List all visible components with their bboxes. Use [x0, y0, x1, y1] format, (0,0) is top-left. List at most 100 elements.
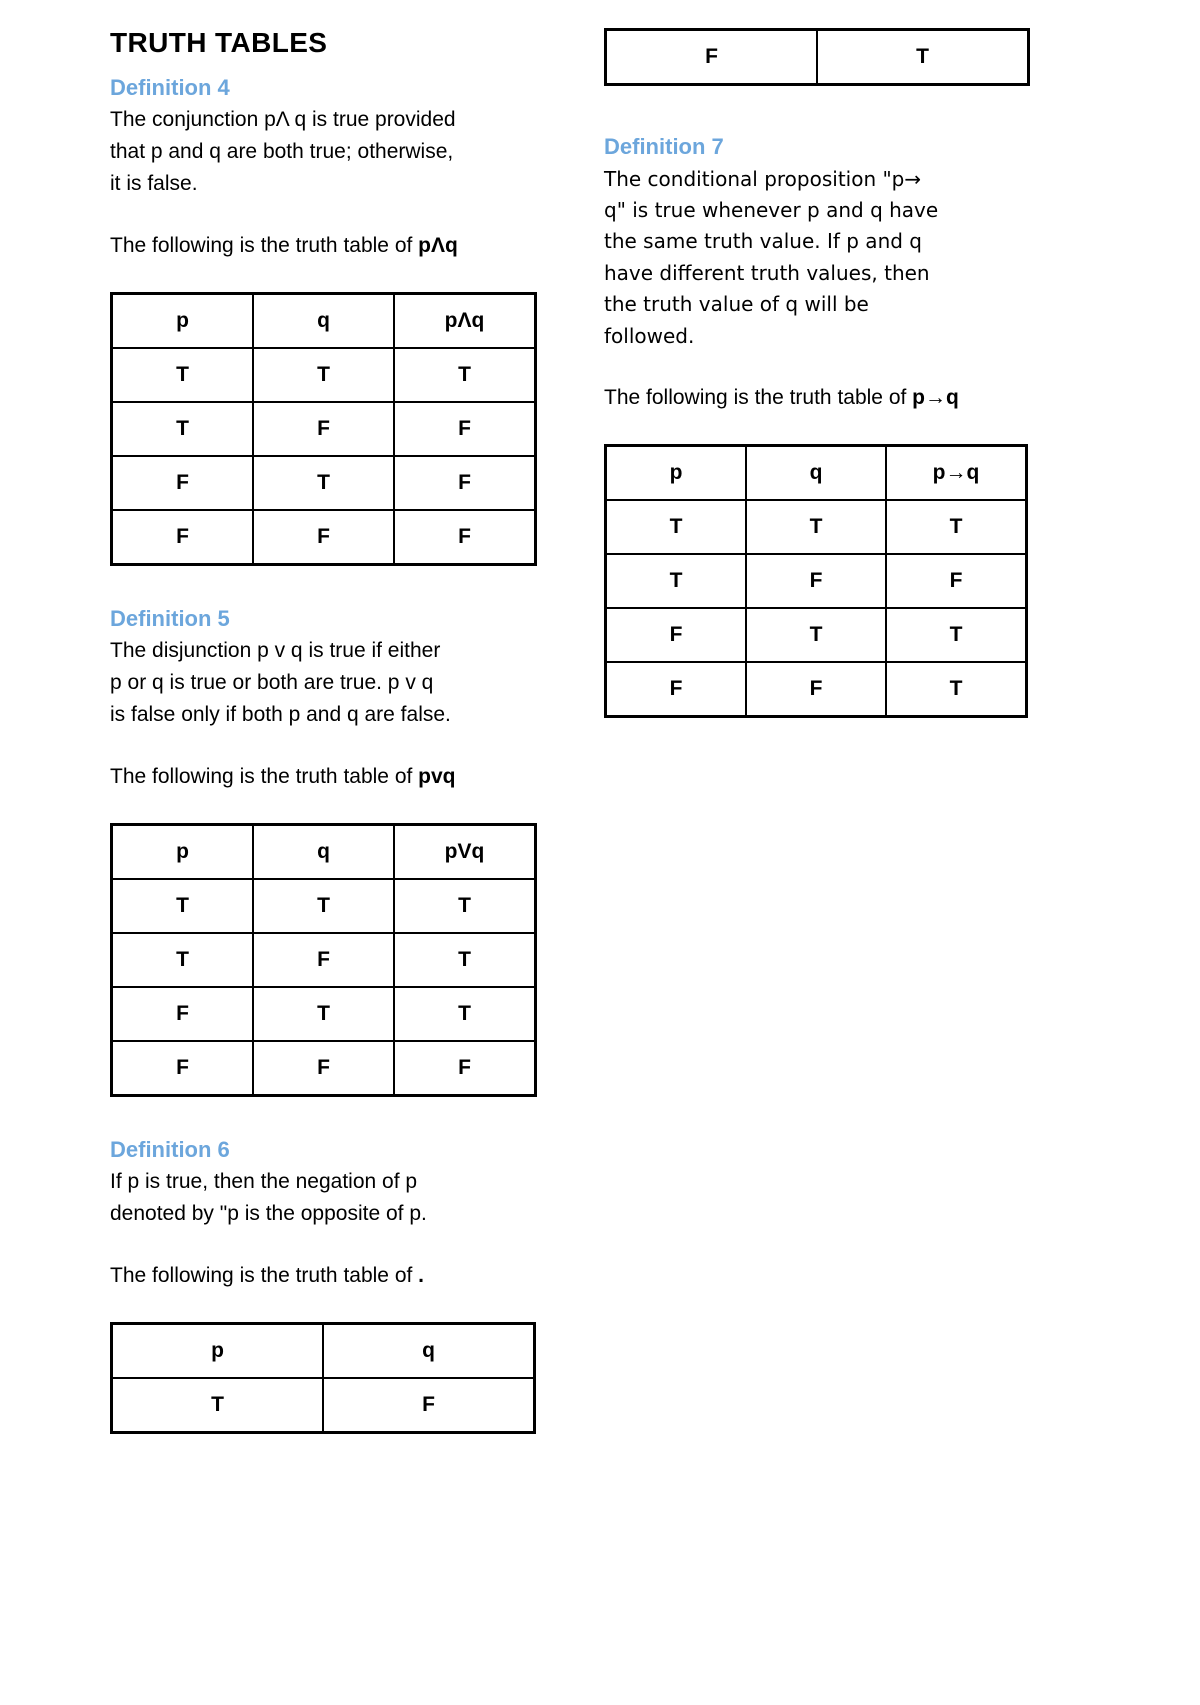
table-row: F F T [604, 660, 1028, 718]
table-cell: F [604, 660, 747, 718]
conditional-lead-prefix: The following is the truth table of [604, 386, 913, 410]
definition-7-heading: Definition 7 [604, 134, 724, 159]
conjunction-truth-table: p q pΛq T T T T F F F T F F F F [110, 291, 537, 566]
definition-4-heading: Definition 4 [110, 74, 230, 100]
table-cell: T [252, 877, 395, 934]
table-cell: F [745, 660, 887, 718]
definition-6-line-2: denoted by "p is the opposite of p. [110, 1202, 427, 1226]
table-cell: T [393, 985, 537, 1042]
table-cell: T [110, 877, 254, 934]
definition-7-line-4: have different truth values, then [604, 260, 930, 285]
table-cell: T [604, 498, 747, 555]
definition-7-block: Definition 7 The conditional proposition… [604, 132, 1024, 352]
conditional-truth-table: p q p→q T T T T F F F T T F F T [604, 443, 1028, 718]
definition-4-line-1: The conjunction pΛ q is true provided [110, 108, 456, 132]
table-cell: F [110, 985, 254, 1042]
table-cell: F [745, 552, 887, 609]
table-header-cell: p→q [885, 444, 1028, 501]
table-cell: T [110, 400, 254, 457]
table-cell: T [252, 346, 395, 403]
negation-truth-table-continued: F T [604, 28, 1030, 86]
left-column: TRUTH TABLES Definition 4 The conjunctio… [110, 27, 537, 1434]
disjunction-lead-symbol: pvq [418, 765, 456, 789]
table-cell: F [252, 400, 395, 457]
table-header-cell: q [252, 823, 395, 880]
table-cell: F [885, 552, 1028, 609]
table-cell: T [252, 454, 395, 511]
definition-6-line-1: If p is true, then the negation of p [110, 1170, 418, 1194]
definition-4-line-2: that p and q are both true; otherwise, [110, 140, 454, 164]
table-row: F T F [110, 454, 537, 511]
definition-5-line-1: The disjunction p v q is true if either [110, 639, 441, 663]
disjunction-lead-prefix: The following is the truth table of [110, 765, 419, 789]
definition-4-line-3: it is false. [110, 172, 198, 196]
definition-6-heading: Definition 6 [110, 1136, 230, 1162]
conditional-table-lead: The following is the truth table of p→q [604, 382, 1024, 414]
table-header-row: p q p→q [604, 444, 1028, 501]
negation-truth-table: p q T F [110, 1321, 536, 1434]
disjunction-table-lead: The following is the truth table of pvq [110, 761, 530, 793]
table-cell: T [885, 498, 1028, 555]
table-cell: T [110, 1376, 324, 1434]
table-header-cell: p [110, 292, 254, 349]
definition-6-block: Definition 6 If p is true, then the nega… [110, 1135, 530, 1231]
table-cell: T [393, 931, 537, 988]
table-cell: F [252, 931, 395, 988]
table-row: F T T [110, 985, 537, 1042]
table-cell: T [604, 552, 747, 609]
table-row: F F F [110, 508, 537, 566]
table-cell: F [110, 454, 254, 511]
negation-table-lead: The following is the truth table of . [110, 1260, 530, 1292]
definition-7-line-5: the truth value of q will be [604, 292, 869, 317]
table-cell: F [252, 1039, 395, 1097]
conjunction-table-lead: The following is the truth table of pΛq [110, 230, 530, 262]
disjunction-table-wrapper: p q pVq T T T T F T F T T F F F [110, 822, 537, 1097]
table-header-cell: p [110, 823, 254, 880]
negation-lead-prefix: The following is the truth table of [110, 1264, 419, 1288]
table-cell: T [252, 985, 395, 1042]
negation-table-continued-wrapper: F T [604, 28, 1030, 86]
table-cell: T [393, 877, 537, 934]
table-row: T F T [110, 931, 537, 988]
table-row: T T T [110, 346, 537, 403]
table-header-row: p q [110, 1322, 536, 1379]
negation-lead-symbol: . [418, 1264, 425, 1288]
definition-7-line-3: the same truth value. If p and q [604, 229, 922, 254]
conjunction-lead-prefix: The following is the truth table of [110, 234, 419, 258]
definition-7-line-1: The conditional proposition "p→ [604, 166, 922, 191]
document-page: TRUTH TABLES Definition 4 The conjunctio… [0, 0, 1200, 1705]
table-row: T F F [110, 400, 537, 457]
table-cell: T [110, 931, 254, 988]
table-row: T T T [604, 498, 1028, 555]
table-header-cell: p [604, 444, 747, 501]
table-cell: F [393, 400, 537, 457]
table-cell: T [816, 28, 1030, 86]
table-cell: F [393, 508, 537, 566]
table-header-cell: pVq [393, 823, 537, 880]
table-cell: T [110, 346, 254, 403]
negation-table-wrapper: p q T F [110, 1321, 536, 1434]
definition-7-line-2: q" is true whenever p and q have [604, 198, 939, 223]
table-cell: T [393, 346, 537, 403]
table-cell: T [885, 606, 1028, 663]
table-cell: T [745, 498, 887, 555]
definition-4-block: Definition 4 The conjunction pΛ q is tru… [110, 73, 530, 200]
definition-5-block: Definition 5 The disjunction p v q is tr… [110, 604, 530, 731]
table-row: F F F [110, 1039, 537, 1097]
table-cell: F [393, 1039, 537, 1097]
table-header-cell: pΛq [393, 292, 537, 349]
table-cell: F [604, 28, 818, 86]
table-cell: F [110, 1039, 254, 1097]
disjunction-truth-table: p q pVq T T T T F T F T T F F F [110, 822, 537, 1097]
table-header-cell: q [322, 1322, 536, 1379]
table-row: F T [604, 28, 1030, 86]
definition-5-line-3: is false only if both p and q are false. [110, 703, 451, 727]
table-cell: F [604, 606, 747, 663]
table-row: T T T [110, 877, 537, 934]
